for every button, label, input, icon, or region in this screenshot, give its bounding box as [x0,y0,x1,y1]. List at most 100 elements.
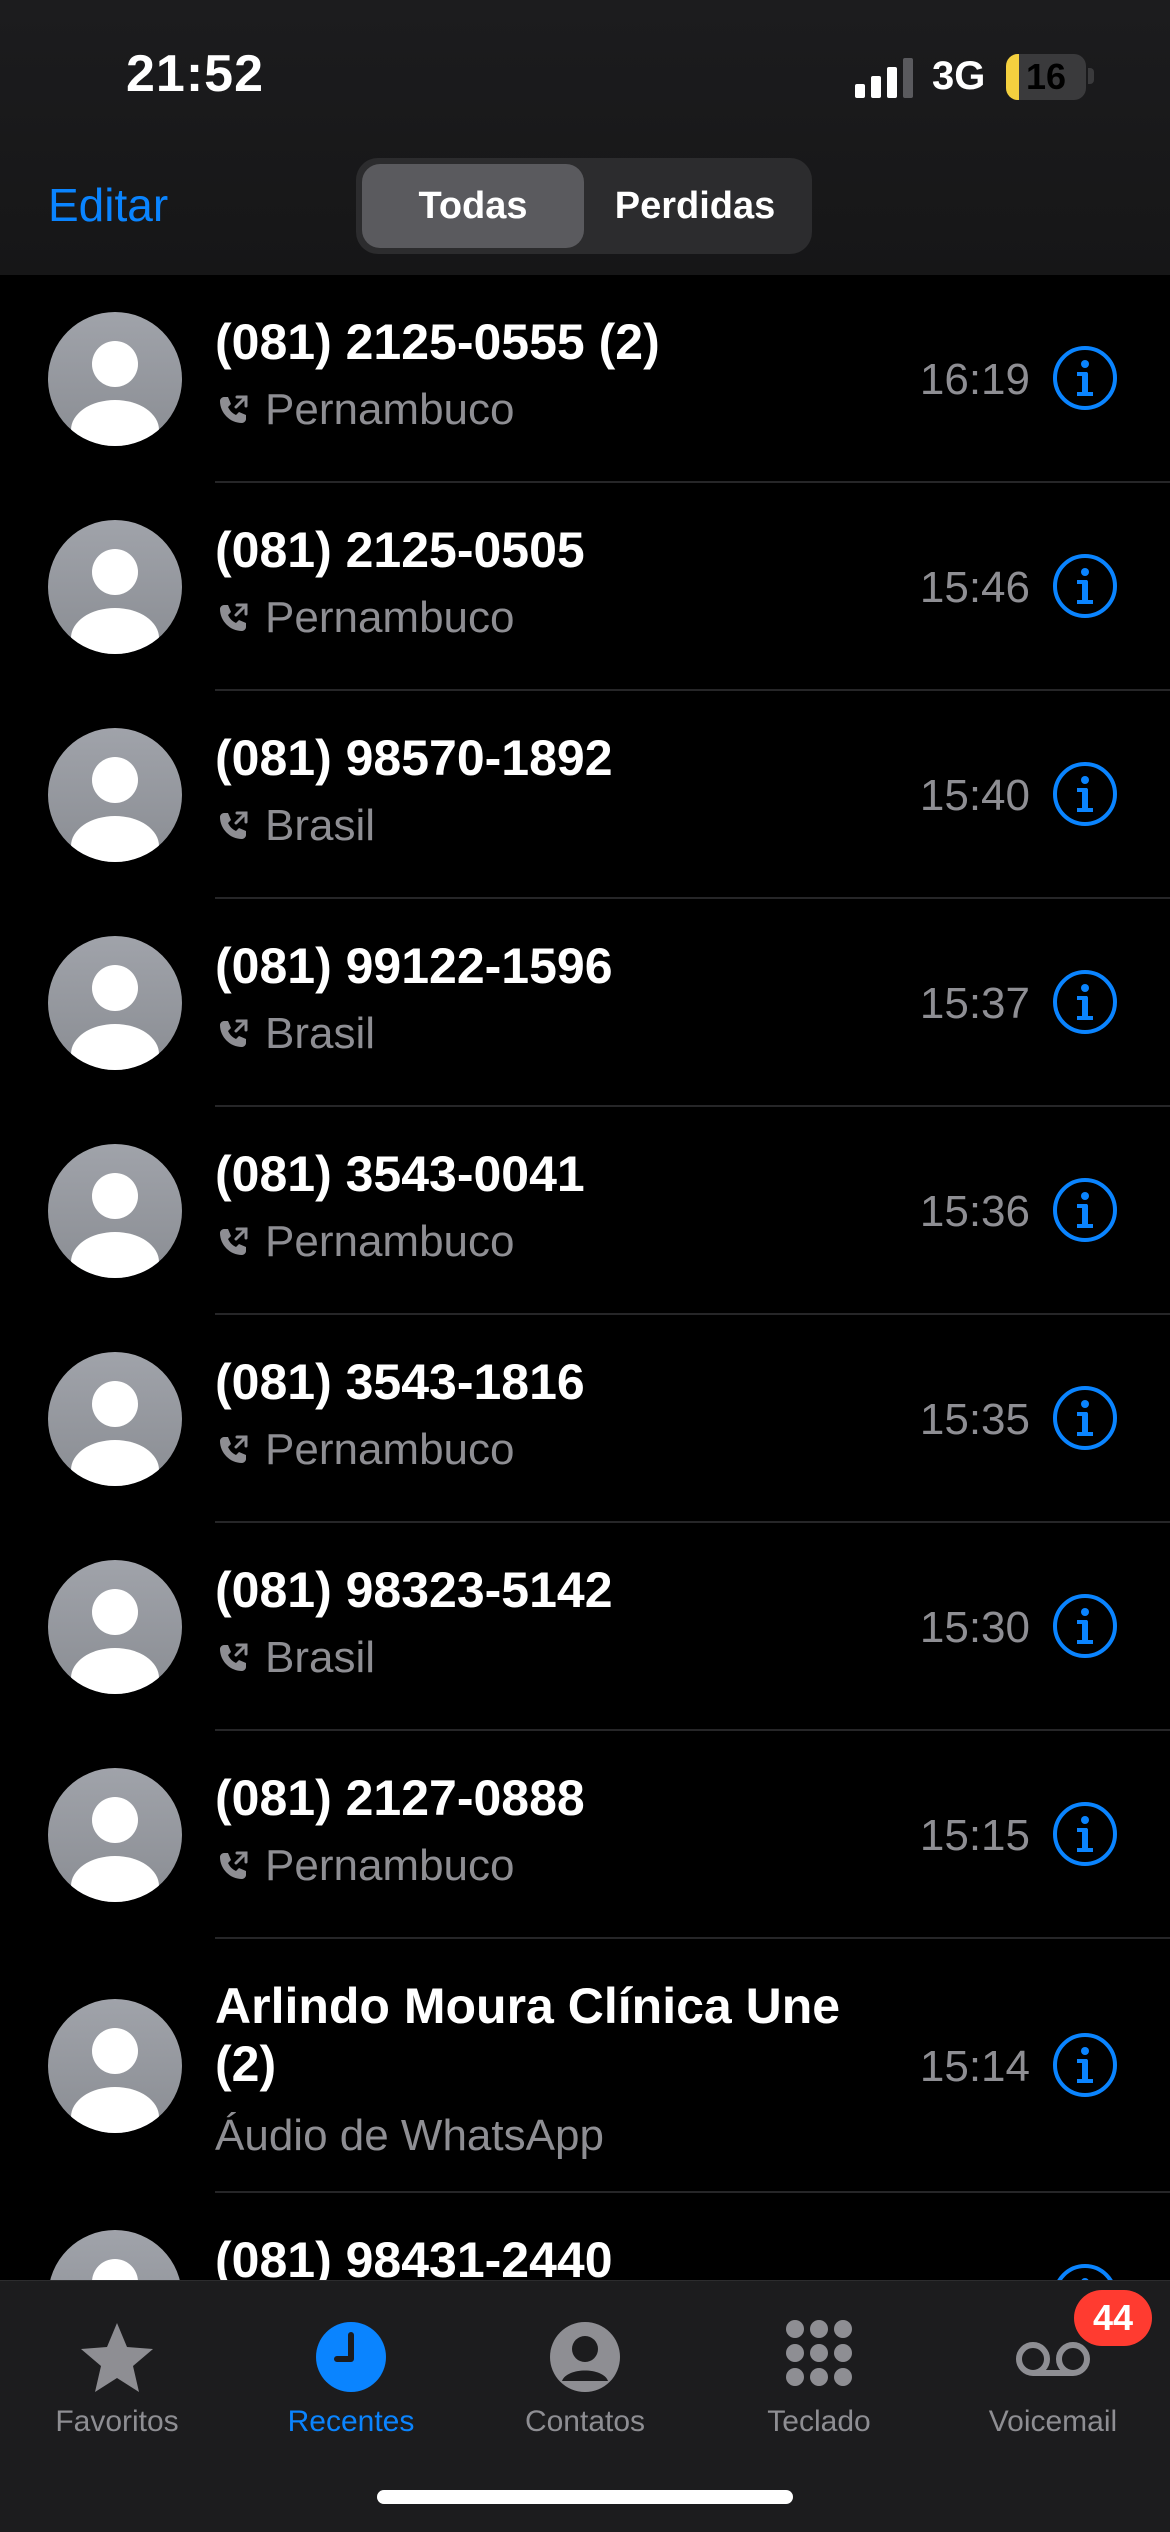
contact-avatar [48,312,182,446]
call-location: Brasil [265,801,376,850]
person-silhouette-icon [71,549,159,654]
call-row[interactable]: (081) 3543-0041 Pernambuco 15:36 [0,1107,1170,1315]
person-circle-icon [550,2322,620,2392]
segment-all[interactable]: Todas [362,164,584,248]
contact-avatar [48,1144,182,1278]
call-time: 15:35 [919,1395,1030,1444]
outgoing-call-icon [220,395,248,423]
contact-avatar [48,520,182,654]
recent-calls-list: (081) 2125-0555 (2) Pernambuco 16:19 (081) … [0,275,1170,2401]
call-subtitle: Brasil [215,1009,375,1059]
call-time: 15:37 [919,979,1030,1028]
info-icon[interactable] [1052,2032,1118,2098]
tab-label: Recentes [287,2405,415,2438]
tab-contacts[interactable]: Contatos [468,2297,702,2439]
person-silhouette-icon [71,1589,159,1694]
signal-strength-icon [855,58,913,98]
home-indicator [377,2490,793,2504]
call-subtitle: Pernambuco [215,1841,514,1891]
call-subtitle: Pernambuco [215,1425,514,1475]
person-silhouette-icon [71,965,159,1070]
call-time: 15:15 [919,1811,1030,1860]
call-time: 15:30 [919,1603,1030,1652]
contact-avatar [48,1768,182,1902]
contact-avatar [48,728,182,862]
outgoing-call-icon [220,1227,248,1255]
person-silhouette-icon [71,1173,159,1278]
call-row[interactable]: (081) 98323-5142 Brasil 15:30 [0,1523,1170,1731]
clock-icon [316,2322,386,2392]
info-icon[interactable] [1052,1593,1118,1659]
call-subtitle: Pernambuco [215,385,514,435]
person-silhouette-icon [71,341,159,446]
tab-label: Favoritos [55,2405,179,2438]
tab-recents[interactable]: Recentes [234,2297,468,2439]
contact-avatar [48,936,182,1070]
info-icon[interactable] [1052,969,1118,1035]
info-icon[interactable] [1052,1177,1118,1243]
outgoing-call-icon [220,1435,248,1463]
status-time: 21:52 [126,45,264,103]
keypad-icon [786,2320,852,2386]
contact-avatar [48,1560,182,1694]
call-row[interactable]: Arlindo Moura Clínica Une (2) Áudio de Wh… [0,1939,1170,2193]
call-subtitle: Brasil [215,801,375,851]
call-location: Brasil [265,1633,376,1682]
call-name: Arlindo Moura Clínica Une (2) [215,1978,841,2092]
person-silhouette-icon [71,757,159,862]
tab-favorites[interactable]: Favoritos [0,2297,234,2439]
segment-missed[interactable]: Perdidas [584,164,806,248]
call-name: (081) 99122-1596 [215,938,613,994]
info-icon[interactable] [1052,345,1118,411]
tab-label: Teclado [767,2405,871,2438]
call-row[interactable]: (081) 3543-1816 Pernambuco 15:35 [0,1315,1170,1523]
info-icon[interactable] [1052,1801,1118,1867]
person-silhouette-icon [71,1381,159,1486]
outgoing-call-icon [220,1019,248,1047]
call-row[interactable]: (081) 2127-0888 Pernambuco 15:15 [0,1731,1170,1939]
outgoing-call-icon [220,1851,248,1879]
call-subtitle: Pernambuco [215,593,514,643]
call-name: (081) 3543-1816 [215,1354,585,1410]
call-time: 15:40 [919,771,1030,820]
call-location: Pernambuco [265,593,515,642]
tab-label: Contatos [524,2405,646,2438]
call-row[interactable]: (081) 99122-1596 Brasil 15:37 [0,899,1170,1107]
filter-segmented-control: Todas Perdidas [356,158,812,254]
call-name: (081) 2125-0555 (2) [215,314,660,370]
info-icon[interactable] [1052,761,1118,827]
contact-avatar [48,1352,182,1486]
call-location: Pernambuco [265,385,515,434]
voicemail-badge: 44 [1074,2290,1152,2346]
edit-button[interactable]: Editar [48,178,168,232]
battery-tip [1088,68,1094,84]
call-subtitle: Brasil [215,1633,375,1683]
call-time: 15:46 [919,563,1030,612]
info-icon[interactable] [1052,1385,1118,1451]
phone-app: 21:52 3G 16 Editar Todas Perdidas (081) … [0,0,1170,2532]
call-time: 16:19 [919,355,1030,404]
person-silhouette-icon [71,1797,159,1902]
call-row[interactable]: (081) 2125-0555 (2) Pernambuco 16:19 [0,275,1170,483]
call-time: 15:36 [919,1187,1030,1236]
tab-label: Voicemail [988,2405,1118,2438]
call-name: (081) 98570-1892 [215,730,613,786]
contact-avatar [48,1999,182,2133]
call-subtitle: Áudio de WhatsApp [215,2111,604,2161]
call-row[interactable]: (081) 2125-0505 Pernambuco 15:46 [0,483,1170,691]
outgoing-call-icon [220,1643,248,1671]
call-name: (081) 2125-0505 [215,522,585,578]
battery-icon: 16 [1006,54,1086,100]
call-time: 15:14 [919,2042,1030,2091]
call-row[interactable]: (081) 98570-1892 Brasil 15:40 [0,691,1170,899]
call-name: (081) 2127-0888 [215,1770,585,1826]
call-name: (081) 98323-5142 [215,1562,613,1618]
info-icon[interactable] [1052,553,1118,619]
tab-keypad[interactable]: Teclado [702,2297,936,2439]
person-silhouette-icon [71,2028,159,2133]
outgoing-call-icon [220,811,248,839]
call-subtitle: Pernambuco [215,1217,514,1267]
header: 21:52 3G 16 Editar Todas Perdidas [0,0,1170,275]
call-location: Pernambuco [265,1841,515,1890]
call-location: Áudio de WhatsApp [215,2111,604,2160]
